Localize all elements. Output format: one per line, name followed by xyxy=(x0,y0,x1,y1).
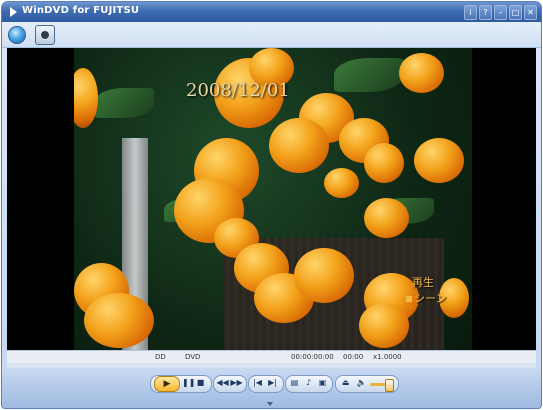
next-chapter-button[interactable]: ▶| xyxy=(266,378,279,388)
osd-marker-icon xyxy=(406,296,412,302)
close-button[interactable]: ✕ xyxy=(524,5,537,20)
seek-bar[interactable] xyxy=(7,363,536,368)
format-label: DVD xyxy=(185,353,201,361)
leaf xyxy=(334,58,404,92)
stop-button[interactable]: ■ xyxy=(195,378,206,388)
video-area[interactable]: 2008/12/01 再生 シーン xyxy=(7,48,536,350)
subtitle-button[interactable]: ▤ xyxy=(289,378,300,388)
video-frame: 2008/12/01 再生 シーン xyxy=(74,48,472,350)
window-title: WinDVD for FUJITSU xyxy=(22,5,140,16)
control-panel: ▶ ❚❚ ■ ◀◀ ▶▶ |◀ ▶| ▤ ♪ ▣ ⏏ 🔈 xyxy=(2,369,541,408)
pause-button[interactable]: ❚❚ xyxy=(182,378,195,388)
audio-button[interactable]: ♪ xyxy=(303,378,314,388)
play-button[interactable]: ▶ xyxy=(154,376,180,392)
timecode: 00:00:00:00 xyxy=(291,353,334,361)
forward-button[interactable]: ▶▶ xyxy=(230,378,243,388)
eject-button[interactable]: ⏏ xyxy=(340,378,351,388)
flower xyxy=(399,53,444,93)
maximize-button[interactable]: □ xyxy=(509,5,522,20)
flower xyxy=(84,293,154,348)
minimize-button[interactable]: – xyxy=(494,5,507,20)
osd-scene-label: シーン xyxy=(414,292,447,305)
rewind-button[interactable]: ◀◀ xyxy=(216,378,229,388)
angle-button[interactable]: ▣ xyxy=(317,378,328,388)
speaker-icon[interactable]: 🔈 xyxy=(356,378,367,388)
capture-icon[interactable] xyxy=(35,25,55,45)
chapter-label: DD xyxy=(155,353,166,361)
flower xyxy=(364,143,404,183)
flower xyxy=(359,303,409,348)
play-rate: x1.0000 xyxy=(373,353,402,361)
flower xyxy=(364,198,409,238)
help-button[interactable]: ? xyxy=(479,5,492,20)
flower xyxy=(414,138,464,183)
title-bar[interactable]: WinDVD for FUJITSU i ? – □ ✕ xyxy=(2,2,541,22)
counter: 00:00 xyxy=(343,353,364,361)
window-controls: i ? – □ ✕ xyxy=(464,5,537,20)
flower xyxy=(294,248,354,303)
osd-scene: シーン xyxy=(406,290,446,306)
app-play-icon xyxy=(10,7,17,17)
app-window: WinDVD for FUJITSU i ? – □ ✕ 2008/12/01 … xyxy=(1,1,542,409)
date-stamp: 2008/12/01 xyxy=(186,80,290,101)
osd-status: 再生 xyxy=(412,276,434,289)
toolbar xyxy=(2,22,541,48)
expand-grip-icon[interactable] xyxy=(267,402,273,406)
media-globe-icon[interactable] xyxy=(8,26,26,44)
previous-chapter-button[interactable]: |◀ xyxy=(251,378,264,388)
flower xyxy=(269,118,329,173)
flower xyxy=(74,68,98,128)
leaf xyxy=(94,88,154,118)
info-button[interactable]: i xyxy=(464,5,477,20)
status-bar: DD DVD 00:00:00:00 00:00 x1.0000 xyxy=(7,350,536,363)
flower xyxy=(324,168,359,198)
volume-slider-handle[interactable] xyxy=(385,379,394,392)
